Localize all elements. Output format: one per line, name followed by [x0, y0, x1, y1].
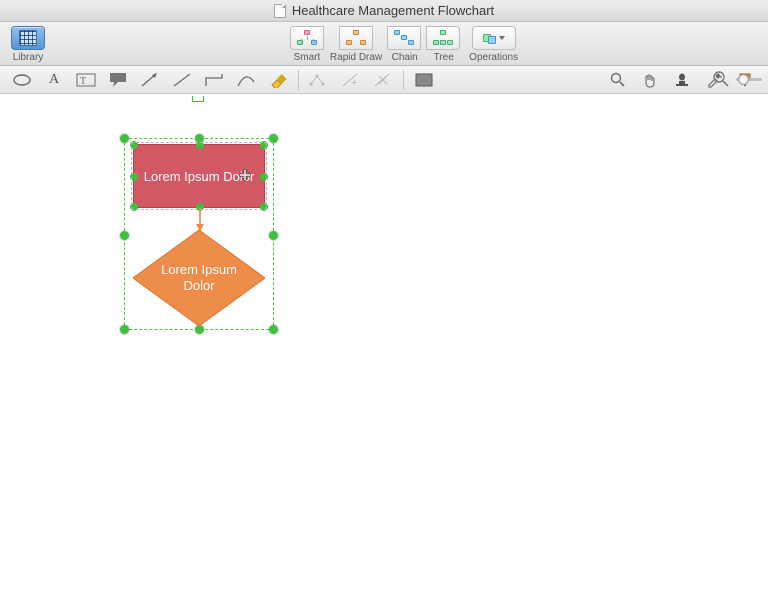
textbox-tool[interactable]: T: [72, 69, 100, 91]
drawing-canvas[interactable]: Lorem Ipsum Dolor Lorem Ipsum Dolor: [0, 94, 768, 600]
operations-icon: [483, 32, 496, 44]
zoom-control[interactable]: [712, 70, 762, 88]
tree-mode-icon: [433, 30, 453, 46]
callout-tool[interactable]: [104, 69, 132, 91]
document-title: Healthcare Management Flowchart: [292, 3, 494, 18]
window-titlebar: Healthcare Management Flowchart: [0, 0, 768, 22]
toolbar-separator: [403, 70, 404, 90]
ellipse-tool[interactable]: [8, 69, 36, 91]
stamp-tool[interactable]: [668, 69, 696, 91]
add-point-tool: +: [337, 69, 365, 91]
rapid-mode-icon: [346, 30, 366, 46]
zoom-out-icon: [712, 70, 730, 88]
library-icon: [19, 30, 37, 46]
library-label: Library: [13, 52, 44, 63]
toolbar-separator: [298, 70, 299, 90]
smart-mode-icon: [297, 30, 317, 46]
mode-rapid-label: Rapid Draw: [330, 52, 382, 63]
mode-tree-button[interactable]: Tree: [427, 26, 460, 63]
mode-chain-button[interactable]: Chain: [388, 26, 421, 63]
shape-toolbar: A T +: [0, 66, 768, 94]
svg-text:T: T: [80, 76, 86, 87]
flow-process-text: Lorem Ipsum Dolor: [144, 169, 255, 184]
edit-points-tool: [305, 69, 333, 91]
curve-tool[interactable]: [232, 69, 260, 91]
line-tool[interactable]: [168, 69, 196, 91]
draw-mode-group: Smart Rapid Draw Chain Tree: [287, 26, 463, 63]
elbow-connector-tool[interactable]: [200, 69, 228, 91]
mode-rapid-button[interactable]: Rapid Draw: [330, 26, 382, 63]
mode-smart-button[interactable]: Smart: [290, 26, 324, 63]
pan-tool[interactable]: [636, 69, 664, 91]
chevron-down-icon: [499, 36, 505, 40]
library-button[interactable]: Library: [11, 26, 45, 63]
zoom-slider-thumb[interactable]: [738, 74, 749, 85]
chain-mode-icon: [394, 30, 414, 46]
arrow-tool[interactable]: [136, 69, 164, 91]
zoom-slider[interactable]: [736, 78, 762, 81]
svg-text:+: +: [351, 77, 357, 88]
highlighter-tool[interactable]: [264, 69, 292, 91]
flow-connector[interactable]: [195, 208, 205, 232]
operations-button[interactable]: Operations: [469, 26, 518, 63]
flow-decision-text: Lorem Ipsum Dolor: [154, 262, 244, 293]
smart-insert-marker: [192, 96, 204, 102]
mode-chain-label: Chain: [392, 52, 418, 63]
operations-label: Operations: [469, 52, 518, 63]
document-icon: [274, 4, 286, 18]
flow-process-shape[interactable]: Lorem Ipsum Dolor: [133, 144, 265, 208]
mode-smart-label: Smart: [294, 52, 321, 63]
mode-tree-label: Tree: [434, 52, 454, 63]
move-cursor-icon: [238, 169, 252, 183]
main-toolbar: Library Smart Rapid Draw Chain Tree Oper…: [0, 22, 768, 66]
remove-point-tool: [369, 69, 397, 91]
fill-swatch-tool[interactable]: [410, 69, 438, 91]
search-tool[interactable]: [604, 69, 632, 91]
text-tool[interactable]: A: [40, 69, 68, 91]
flow-decision-shape[interactable]: Lorem Ipsum Dolor: [133, 230, 265, 326]
